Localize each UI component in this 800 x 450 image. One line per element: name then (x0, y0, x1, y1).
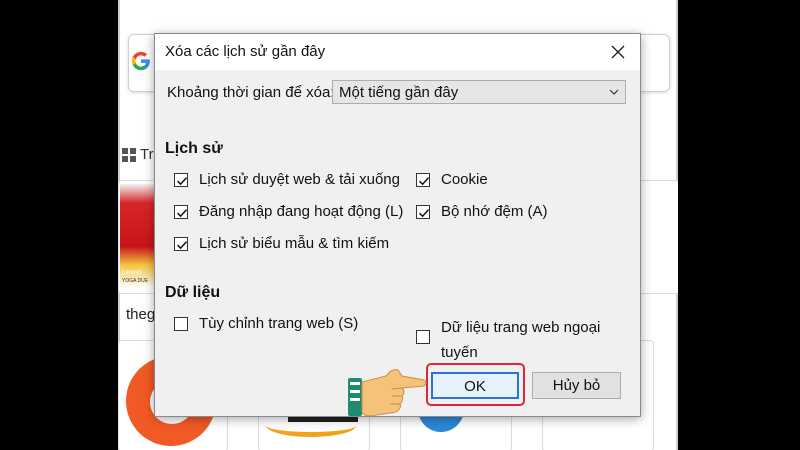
ok-button[interactable]: OK (431, 372, 519, 399)
check-icon (176, 209, 188, 218)
checkbox-box[interactable] (416, 173, 430, 187)
checkbox-form-search-history[interactable]: Lịch sử biểu mẫu & tìm kiếm (174, 235, 394, 257)
ad-thumbnail: Lenovo YOGA DUE (120, 184, 156, 288)
amazon-smile-icon (266, 414, 356, 437)
time-range-select[interactable]: Một tiếng gần đây (332, 80, 626, 104)
checkbox-label: Lịch sử duyệt web & tải xuống (199, 171, 400, 188)
checkbox-label: Lịch sử biểu mẫu & tìm kiếm (199, 235, 390, 252)
history-section-title: Lịch sử (165, 140, 223, 157)
checkbox-browsing-history[interactable]: Lịch sử duyệt web & tải xuống (174, 171, 400, 193)
google-logo-icon (131, 51, 150, 71)
data-section-title: Dữ liệu (165, 284, 221, 301)
check-icon (418, 177, 430, 186)
checkbox-box[interactable] (174, 317, 188, 331)
chevron-down-icon (609, 89, 619, 95)
check-icon (418, 209, 430, 218)
check-icon (176, 241, 188, 250)
grid-icon (122, 148, 136, 162)
time-range-label: Khoảng thời gian để xóa: (167, 84, 335, 101)
tab-section-label: Tr (140, 146, 154, 163)
dialog-titlebar: Xóa các lịch sử gần đây (155, 34, 640, 70)
ad-text-yoga: YOGA DUE (122, 278, 149, 284)
dialog-title: Xóa các lịch sử gần đây (165, 43, 326, 60)
site-name: theg (126, 306, 156, 323)
checkbox-box[interactable] (416, 205, 430, 219)
checkbox-box[interactable] (174, 205, 188, 219)
pointing-hand-icon (348, 369, 427, 417)
ad-text-lenovo: Lenovo (122, 270, 142, 276)
checkbox-label: Bộ nhớ đệm (A) (441, 203, 548, 220)
cancel-button[interactable]: Hủy bỏ (532, 372, 621, 399)
checkbox-label: Đăng nhập đang hoạt động (L) (199, 203, 404, 220)
check-icon (176, 177, 188, 186)
checkbox-box[interactable] (416, 330, 430, 344)
checkbox-box[interactable] (174, 173, 188, 187)
time-range-value: Một tiếng gần đây (339, 84, 459, 101)
checkbox-site-settings[interactable]: Tùy chỉnh trang web (S) (174, 315, 394, 337)
checkbox-active-logins[interactable]: Đăng nhập đang hoạt động (L) (174, 203, 403, 225)
site-tile-right[interactable] (638, 180, 678, 294)
close-icon[interactable] (606, 40, 630, 64)
checkbox-cookie[interactable]: Cookie (416, 171, 536, 193)
checkbox-offline-data[interactable]: Dữ liệu trang web ngoại tuyến (416, 319, 616, 362)
checkbox-label: Cookie (441, 171, 488, 188)
checkbox-label: Tùy chỉnh trang web (S) (199, 315, 359, 332)
checkbox-label: Dữ liệu trang web ngoại tuyến (441, 319, 601, 361)
checkbox-box[interactable] (174, 237, 188, 251)
checkbox-cache[interactable]: Bộ nhớ đệm (A) (416, 203, 556, 225)
